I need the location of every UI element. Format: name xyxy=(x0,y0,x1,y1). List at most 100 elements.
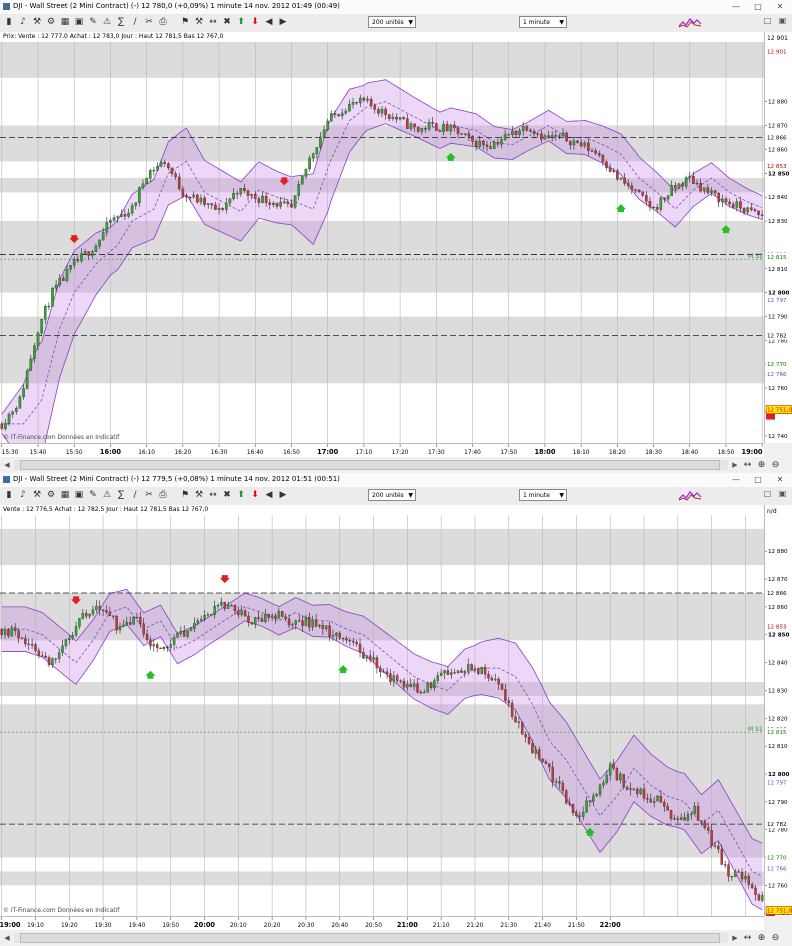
price-axis-labels: 12 901 12 880 12 870 12 860 12 850 12 840 12 8… xyxy=(765,35,792,440)
y-tick-label: 12 850 xyxy=(768,633,790,639)
zoom-fit-icon[interactable]: ↔ xyxy=(742,460,753,471)
flag-icon[interactable]: ⚑ xyxy=(180,490,190,501)
next-icon[interactable]: ▶ xyxy=(278,490,288,501)
candlestick-icon[interactable]: ▮ xyxy=(4,490,14,501)
print-icon[interactable]: ⎙ xyxy=(158,490,168,501)
scissors-icon[interactable]: ✂ xyxy=(144,490,154,501)
draw-icon[interactable]: ✎ xyxy=(88,490,98,501)
price-plot[interactable]: M S1 © IT-Finance.com Données en Indicat… xyxy=(0,515,764,916)
restore-icon[interactable]: □ xyxy=(762,488,773,499)
mini-chart-icon[interactable] xyxy=(678,489,702,502)
units-select[interactable]: 200 unités ▼ xyxy=(368,16,416,28)
fit-icon[interactable]: ↔ xyxy=(208,490,218,501)
candle-body xyxy=(537,749,541,760)
pin-icon[interactable]: ▣ xyxy=(777,15,788,26)
level-badge: 12 853 xyxy=(767,624,787,630)
time-axis[interactable]: 15:30 15:40 15:50 16:00 16:10 16:20 16:30 16:40… xyxy=(0,443,764,458)
candle-body xyxy=(142,623,145,635)
candle-body xyxy=(587,142,590,151)
candlestick-chart[interactable]: M S1 xyxy=(0,42,764,443)
candle-body xyxy=(88,614,91,617)
settings-icon[interactable]: ⚙ xyxy=(46,17,56,28)
scroll-thumb[interactable] xyxy=(20,933,720,943)
interval-select[interactable]: 1 minute ▼ xyxy=(519,16,567,28)
x-tick-label: 21:30 xyxy=(500,923,517,929)
pin-icon[interactable]: ▣ xyxy=(777,488,788,499)
minimize-icon[interactable]: — xyxy=(726,474,746,485)
scroll-right-icon[interactable]: ▶ xyxy=(730,460,740,470)
restore-icon[interactable]: □ xyxy=(762,15,773,26)
hammer-icon[interactable]: ⚒ xyxy=(194,490,204,501)
line-icon[interactable]: ∕ xyxy=(130,17,140,28)
grid-icon[interactable]: ▦ xyxy=(60,17,70,28)
units-select[interactable]: 200 unités ▼ xyxy=(368,489,416,501)
print-icon[interactable]: ⎙ xyxy=(158,17,168,28)
indicator-icon[interactable]: ∑ xyxy=(116,490,126,501)
close-icon[interactable]: ✕ xyxy=(770,474,790,485)
bell-icon[interactable]: ♪ xyxy=(18,17,28,28)
delete-icon[interactable]: ✖ xyxy=(222,17,232,28)
candle-body xyxy=(290,203,293,208)
zoom-fit-icon[interactable]: ↔ xyxy=(742,933,753,944)
close-icon[interactable]: ✕ xyxy=(770,1,790,12)
interval-select[interactable]: 1 minute ▼ xyxy=(519,489,567,501)
hammer-icon[interactable]: ⚒ xyxy=(194,17,204,28)
time-scrollbar[interactable]: ◀ ▶ ↔ ⊕ ⊖ xyxy=(0,457,792,473)
layout-icon[interactable]: ▣ xyxy=(74,17,84,28)
bell-icon[interactable]: ♪ xyxy=(18,490,28,501)
candlestick-icon[interactable]: ▮ xyxy=(4,17,14,28)
maximize-icon[interactable]: □ xyxy=(748,474,768,485)
layout-icon[interactable]: ▣ xyxy=(74,490,84,501)
candle-body xyxy=(11,411,14,415)
scroll-thumb[interactable] xyxy=(20,460,720,470)
arrow-up-icon[interactable]: ⬆ xyxy=(236,490,246,501)
candle-body xyxy=(666,195,670,200)
grid-icon[interactable]: ▦ xyxy=(60,490,70,501)
line-icon[interactable]: ∕ xyxy=(130,490,140,501)
tools-icon[interactable]: ⚒ xyxy=(32,17,42,28)
window-titlebar[interactable]: DJI - Wall Street (2 Mini Contract) (-) … xyxy=(0,0,792,15)
draw-icon[interactable]: ✎ xyxy=(88,17,98,28)
time-axis[interactable]: 19:00 19:10 19:20 19:30 19:40 19:50 20:00 20:10… xyxy=(0,916,764,931)
scroll-left-icon[interactable]: ◀ xyxy=(2,933,12,943)
alert-icon[interactable]: ⚠ xyxy=(102,17,112,28)
arrow-down-icon[interactable]: ⬇ xyxy=(250,17,260,28)
previous-icon[interactable]: ◀ xyxy=(264,17,274,28)
minimize-icon[interactable]: — xyxy=(726,1,746,12)
scroll-left-icon[interactable]: ◀ xyxy=(2,460,12,470)
candle-body xyxy=(684,177,688,187)
price-axis[interactable]: n/d 12 880 12 870 12 860 12 850 12 840 12 830 1… xyxy=(764,505,792,916)
candle-body xyxy=(699,183,702,192)
zoom-out-icon[interactable]: ⊖ xyxy=(770,460,781,471)
time-scrollbar[interactable]: ◀ ▶ ↔ ⊕ ⊖ xyxy=(0,930,792,946)
scroll-right-icon[interactable]: ▶ xyxy=(730,933,740,943)
maximize-icon[interactable]: □ xyxy=(748,1,768,12)
candle-body xyxy=(532,131,536,135)
previous-icon[interactable]: ◀ xyxy=(264,490,274,501)
zoom-in-icon[interactable]: ⊕ xyxy=(756,933,767,944)
zoom-in-icon[interactable]: ⊕ xyxy=(756,460,767,471)
delete-icon[interactable]: ✖ xyxy=(222,490,232,501)
candle-body xyxy=(51,658,54,666)
candle-body xyxy=(391,116,395,119)
candle-body xyxy=(250,622,254,625)
price-plot[interactable]: M S1 © IT-Finance.com Données en Indicat… xyxy=(0,42,764,443)
arrow-up-icon[interactable]: ⬆ xyxy=(236,17,246,28)
candle-body xyxy=(369,98,373,106)
price-axis[interactable]: 12 901 12 880 12 870 12 860 12 850 12 840 12 8… xyxy=(764,32,792,443)
candlestick-chart[interactable]: M S1 xyxy=(0,515,764,916)
alert-icon[interactable]: ⚠ xyxy=(102,490,112,501)
candle-body xyxy=(30,644,34,646)
zoom-out-icon[interactable]: ⊖ xyxy=(770,933,781,944)
window-titlebar[interactable]: DJI - Wall Street (2 Mini Contract) (-) … xyxy=(0,473,792,488)
indicator-icon[interactable]: ∑ xyxy=(116,17,126,28)
mini-chart-icon[interactable] xyxy=(678,16,702,29)
flag-icon[interactable]: ⚑ xyxy=(180,17,190,28)
candle-body xyxy=(112,217,116,221)
tools-icon[interactable]: ⚒ xyxy=(32,490,42,501)
fit-icon[interactable]: ↔ xyxy=(208,17,218,28)
scissors-icon[interactable]: ✂ xyxy=(144,17,154,28)
arrow-down-icon[interactable]: ⬇ xyxy=(250,490,260,501)
next-icon[interactable]: ▶ xyxy=(278,17,288,28)
settings-icon[interactable]: ⚙ xyxy=(46,490,56,501)
